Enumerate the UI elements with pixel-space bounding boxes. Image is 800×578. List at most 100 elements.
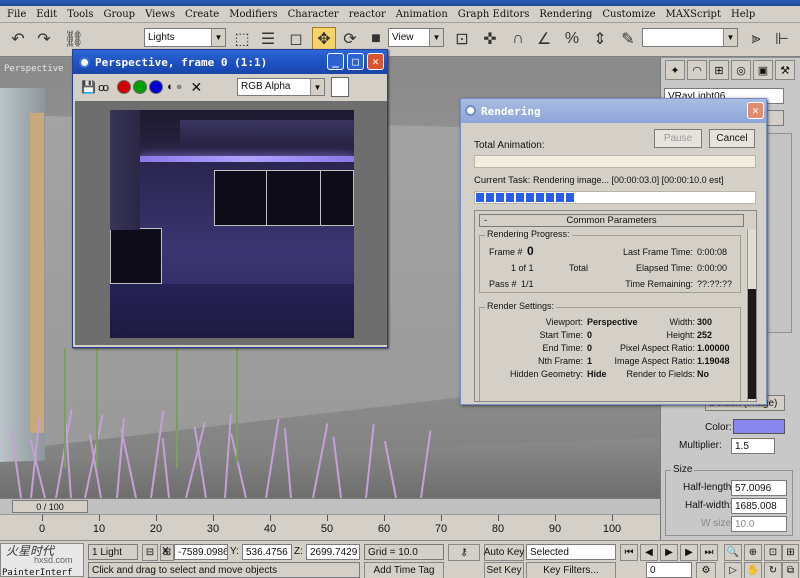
selection-filter-dropdown[interactable]: Lights ▼ — [144, 28, 226, 47]
save-icon[interactable]: 💾 — [81, 80, 96, 94]
x-coordinate-field[interactable]: -7589.0986 — [174, 544, 228, 560]
rotate-icon[interactable]: ⟳ — [338, 27, 362, 51]
move-icon[interactable]: ✥ — [312, 27, 336, 51]
lock-selection-icon[interactable]: ⊟ — [142, 544, 158, 561]
utilities-tab-icon[interactable]: ⚒ — [775, 60, 795, 80]
redo-icon[interactable]: ↷ — [32, 27, 56, 51]
menu-maxscript[interactable]: MAXScript — [661, 9, 726, 20]
menu-views[interactable]: Views — [140, 9, 180, 20]
menu-reactor[interactable]: reactor — [344, 9, 391, 20]
frame-buffer-title-bar[interactable]: Perspective, frame 0 (1:1) _ □ ✕ — [73, 50, 387, 74]
time-slider[interactable]: 0 / 100 — [0, 498, 660, 514]
frame-count: 1 of 1 — [511, 263, 534, 273]
clone-icon[interactable]: ꝏ — [98, 81, 109, 94]
clear-icon[interactable]: ✕ — [190, 79, 202, 96]
display-tab-icon[interactable]: ▣ — [753, 60, 773, 80]
key-filters-button[interactable]: Key Filters... — [526, 562, 616, 578]
z-coordinate-field[interactable]: 2699.7429 — [306, 544, 360, 560]
w-size-field[interactable]: 10.0 — [731, 516, 787, 532]
mono-icon[interactable]: ◐ — [167, 81, 174, 93]
close-button[interactable]: ✕ — [747, 102, 764, 119]
link-icon[interactable]: ⛓ — [62, 27, 86, 51]
half-length-field[interactable]: 57.0096 — [731, 480, 787, 496]
menu-help[interactable]: Help — [726, 9, 760, 20]
time-slider-thumb[interactable]: 0 / 100 — [12, 500, 88, 513]
menu-animation[interactable]: Animation — [391, 9, 453, 20]
manipulate-icon[interactable]: ✜ — [478, 27, 502, 51]
menu-create[interactable]: Create — [180, 9, 224, 20]
play-icon[interactable]: ▶ — [660, 544, 678, 561]
align-icon[interactable]: ⊩ — [770, 27, 794, 51]
named-selection-dropdown[interactable]: ▼ — [642, 28, 738, 47]
cancel-button[interactable]: Cancel — [709, 129, 755, 148]
alpha-icon[interactable]: ● — [176, 81, 183, 93]
maximize-viewport-icon[interactable]: ⧉ — [782, 562, 799, 578]
current-frame-field[interactable]: 0 — [646, 562, 692, 578]
menu-edit[interactable]: Edit — [31, 9, 62, 20]
green-channel-toggle[interactable] — [133, 80, 148, 94]
motion-tab-icon[interactable]: ◎ — [731, 60, 751, 80]
select-by-name-icon[interactable]: ☰ — [256, 27, 280, 51]
menu-customize[interactable]: Customize — [597, 9, 660, 20]
snap-icon[interactable]: ∩ — [506, 27, 530, 51]
maximize-button[interactable]: □ — [347, 53, 364, 70]
track-bar-tick-label: 90 — [548, 523, 562, 535]
next-frame-icon[interactable]: ▶ — [680, 544, 698, 561]
pause-button[interactable]: Pause — [654, 129, 702, 148]
select-object-icon[interactable]: ⬚ — [230, 27, 254, 51]
track-bar[interactable]: 0 10 20 30 40 50 60 70 80 90 100 — [0, 514, 660, 540]
frame-buffer-canvas[interactable] — [75, 101, 387, 345]
create-tab-icon[interactable]: ✦ — [665, 60, 685, 80]
zoom-icon[interactable]: 🔍 — [724, 544, 742, 561]
pixel-color-swatch[interactable] — [331, 77, 349, 97]
menu-rendering[interactable]: Rendering — [534, 9, 597, 20]
zoom-all-icon[interactable]: ⊕ — [744, 544, 762, 561]
angle-snap-icon[interactable]: ∠ — [532, 27, 556, 51]
zoom-extents-all-icon[interactable]: ⊞ — [782, 544, 799, 561]
pan-icon[interactable]: ✋ — [744, 562, 762, 578]
set-key-button[interactable]: Set Key — [484, 562, 524, 578]
auto-key-button[interactable]: Auto Key — [484, 544, 524, 561]
zoom-extents-icon[interactable]: ⊡ — [764, 544, 782, 561]
key-icon[interactable]: ⚷ — [448, 544, 480, 561]
go-to-start-icon[interactable]: ⏮ — [620, 544, 638, 561]
key-mode-dropdown[interactable]: Selected — [526, 544, 616, 560]
menu-group[interactable]: Group — [98, 9, 140, 20]
rendering-dialog-title-bar[interactable]: Rendering ✕ — [461, 99, 766, 123]
red-channel-toggle[interactable] — [117, 80, 132, 94]
percent-snap-icon[interactable]: % — [560, 27, 584, 51]
time-config-icon[interactable]: ⚙ — [696, 562, 716, 578]
prev-frame-icon[interactable]: ◀ — [640, 544, 658, 561]
field-of-view-icon[interactable]: ▷ — [724, 562, 742, 578]
close-button[interactable]: ✕ — [367, 53, 384, 70]
rect-selection-icon[interactable]: ◻ — [284, 27, 308, 51]
minimize-button[interactable]: _ — [327, 53, 344, 70]
hierarchy-tab-icon[interactable]: ⊞ — [709, 60, 729, 80]
reference-coord-dropdown[interactable]: View ▼ — [388, 28, 444, 47]
spinner-snap-icon[interactable]: ⇕ — [588, 27, 612, 51]
menu-graph-editors[interactable]: Graph Editors — [453, 9, 535, 20]
add-time-tag-button[interactable]: Add Time Tag — [364, 562, 444, 578]
undo-icon[interactable]: ↶ — [6, 27, 30, 51]
y-coordinate-field[interactable]: 536.4756 — [242, 544, 292, 560]
orbit-icon[interactable]: ↻ — [764, 562, 782, 578]
modify-tab-icon[interactable]: ◠ — [687, 60, 707, 80]
mirror-icon[interactable]: ⫸ — [744, 27, 768, 51]
light-color-swatch[interactable] — [733, 419, 785, 434]
menu-tools[interactable]: Tools — [62, 9, 98, 20]
channel-dropdown[interactable]: RGB Alpha ▼ — [237, 78, 325, 96]
go-to-end-icon[interactable]: ⏭ — [700, 544, 718, 561]
half-width-field[interactable]: 1685.008 — [731, 498, 787, 514]
menu-file[interactable]: File — [2, 9, 31, 20]
scene-wall-post — [30, 113, 44, 433]
blue-channel-toggle[interactable] — [149, 80, 164, 94]
viewport-label[interactable]: Perspective — [4, 64, 64, 74]
menu-character[interactable]: Character — [283, 9, 344, 20]
scale-icon[interactable]: ■ — [364, 27, 388, 51]
common-parameters-rollout[interactable]: - Common Parameters — [479, 214, 744, 227]
pivot-icon[interactable]: ⊡ — [450, 27, 474, 51]
named-selection-icon[interactable]: ✎ — [616, 27, 640, 51]
scrollbar[interactable] — [747, 229, 756, 401]
menu-modifiers[interactable]: Modifiers — [224, 9, 282, 20]
multiplier-field[interactable]: 1.5 — [731, 438, 775, 454]
